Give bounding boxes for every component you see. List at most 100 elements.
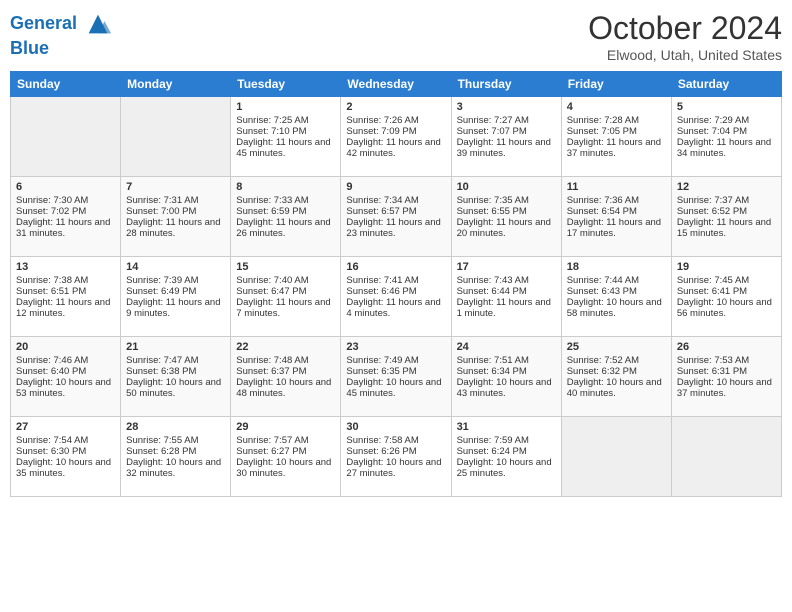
sunrise-text: Sunrise: 7:35 AM <box>457 195 556 206</box>
sunset-text: Sunset: 6:44 PM <box>457 286 556 297</box>
sunrise-text: Sunrise: 7:36 AM <box>567 195 666 206</box>
daylight-text: Daylight: 11 hours and 15 minutes. <box>677 217 776 239</box>
day-header-sunday: Sunday <box>11 72 121 97</box>
day-cell: 25Sunrise: 7:52 AMSunset: 6:32 PMDayligh… <box>561 337 671 417</box>
day-cell: 17 Sunrise: 7:43 AMSunset: 6:44 PMDayligh… <box>451 257 561 337</box>
sunrise-text: Sunrise: 7:58 AM <box>346 435 445 446</box>
week-row-2: 13Sunrise: 7:38 AMSunset: 6:51 PMDayligh… <box>11 257 782 337</box>
day-number: 27 <box>16 421 115 433</box>
sunset-text: Sunset: 6:30 PM <box>16 446 115 457</box>
day-header-wednesday: Wednesday <box>341 72 451 97</box>
sunset-text: Sunset: 6:54 PM <box>567 206 666 217</box>
day-cell: 1 Sunrise: 7:25 AMSunset: 7:10 PMDaylight… <box>231 97 341 177</box>
day-cell: 26Sunrise: 7:53 AMSunset: 6:31 PMDayligh… <box>671 337 781 417</box>
sunrise-text: Sunrise: 7:29 AM <box>677 115 776 126</box>
sunrise-text: Sunrise: 7:43 AM <box>457 275 556 286</box>
sunset-text: Sunset: 7:07 PM <box>457 126 556 137</box>
day-header-monday: Monday <box>121 72 231 97</box>
daylight-text: Daylight: 11 hours and 26 minutes. <box>236 217 335 239</box>
day-header-tuesday: Tuesday <box>231 72 341 97</box>
day-cell: 20Sunrise: 7:46 AMSunset: 6:40 PMDayligh… <box>11 337 121 417</box>
daylight-text: Daylight: 11 hours and 39 minutes. <box>457 137 556 159</box>
sunset-text: Sunset: 6:49 PM <box>126 286 225 297</box>
daylight-text: Daylight: 11 hours and 34 minutes. <box>677 137 776 159</box>
sunset-text: Sunset: 6:35 PM <box>346 366 445 377</box>
day-number: 9 <box>346 181 445 193</box>
day-cell: 2Sunrise: 7:26 AMSunset: 7:09 PMDaylight… <box>341 97 451 177</box>
daylight-text: Daylight: 11 hours and 45 minutes. <box>236 137 335 159</box>
sunset-text: Sunset: 6:46 PM <box>346 286 445 297</box>
day-number: 19 <box>677 261 776 273</box>
day-cell: 24Sunrise: 7:51 AMSunset: 6:34 PMDayligh… <box>451 337 561 417</box>
day-number: 1 <box>236 101 335 113</box>
sunset-text: Sunset: 6:41 PM <box>677 286 776 297</box>
day-cell: 14 Sunrise: 7:39 AMSunset: 6:49 PMDayligh… <box>121 257 231 337</box>
sunrise-text: Sunrise: 7:59 AM <box>457 435 556 446</box>
day-number: 18 <box>567 261 666 273</box>
sunrise-text: Sunrise: 7:25 AM <box>236 115 335 126</box>
sunrise-text: Sunrise: 7:39 AM <box>126 275 225 286</box>
daylight-text: Daylight: 11 hours and 31 minutes. <box>16 217 115 239</box>
sunrise-text: Sunrise: 7:37 AM <box>677 195 776 206</box>
title-block: October 2024 Elwood, Utah, United States <box>588 10 782 63</box>
logo-blue: Blue <box>10 38 112 59</box>
day-cell: 27Sunrise: 7:54 AMSunset: 6:30 PMDayligh… <box>11 417 121 497</box>
day-cell: 21Sunrise: 7:47 AMSunset: 6:38 PMDayligh… <box>121 337 231 417</box>
day-number: 11 <box>567 181 666 193</box>
sunset-text: Sunset: 6:57 PM <box>346 206 445 217</box>
day-header-friday: Friday <box>561 72 671 97</box>
header: General Blue October 2024 Elwood, Utah, … <box>10 10 782 63</box>
day-cell <box>561 417 671 497</box>
sunset-text: Sunset: 7:00 PM <box>126 206 225 217</box>
day-header-thursday: Thursday <box>451 72 561 97</box>
page: General Blue October 2024 Elwood, Utah, … <box>0 0 792 612</box>
day-number: 12 <box>677 181 776 193</box>
day-cell: 12Sunrise: 7:37 AMSunset: 6:52 PMDayligh… <box>671 177 781 257</box>
header-row: SundayMondayTuesdayWednesdayThursdayFrid… <box>11 72 782 97</box>
daylight-text: Daylight: 11 hours and 4 minutes. <box>346 297 445 319</box>
daylight-text: Daylight: 11 hours and 1 minute. <box>457 297 556 319</box>
location: Elwood, Utah, United States <box>588 47 782 63</box>
sunrise-text: Sunrise: 7:51 AM <box>457 355 556 366</box>
day-number: 22 <box>236 341 335 353</box>
sunset-text: Sunset: 6:27 PM <box>236 446 335 457</box>
day-cell: 11Sunrise: 7:36 AMSunset: 6:54 PMDayligh… <box>561 177 671 257</box>
day-cell: 30Sunrise: 7:58 AMSunset: 6:26 PMDayligh… <box>341 417 451 497</box>
sunrise-text: Sunrise: 7:34 AM <box>346 195 445 206</box>
day-cell <box>11 97 121 177</box>
day-number: 4 <box>567 101 666 113</box>
day-cell <box>121 97 231 177</box>
sunset-text: Sunset: 6:38 PM <box>126 366 225 377</box>
sunset-text: Sunset: 6:31 PM <box>677 366 776 377</box>
week-row-0: 1Sunrise: 7:25 AMSunset: 7:10 PMDaylight… <box>11 97 782 177</box>
sunrise-text: Sunrise: 7:46 AM <box>16 355 115 366</box>
month-title: October 2024 <box>588 10 782 47</box>
sunset-text: Sunset: 7:02 PM <box>16 206 115 217</box>
sunset-text: Sunset: 7:04 PM <box>677 126 776 137</box>
day-number: 14 <box>126 261 225 273</box>
day-cell: 31Sunrise: 7:59 AMSunset: 6:24 PMDayligh… <box>451 417 561 497</box>
day-number: 17 <box>457 261 556 273</box>
sunrise-text: Sunrise: 7:49 AM <box>346 355 445 366</box>
day-number: 28 <box>126 421 225 433</box>
sunset-text: Sunset: 6:47 PM <box>236 286 335 297</box>
sunrise-text: Sunrise: 7:30 AM <box>16 195 115 206</box>
sunset-text: Sunset: 6:28 PM <box>126 446 225 457</box>
sunrise-text: Sunrise: 7:47 AM <box>126 355 225 366</box>
daylight-text: Daylight: 11 hours and 20 minutes. <box>457 217 556 239</box>
day-cell <box>671 417 781 497</box>
daylight-text: Daylight: 11 hours and 37 minutes. <box>567 137 666 159</box>
logo-text: General <box>10 10 112 38</box>
daylight-text: Daylight: 10 hours and 25 minutes. <box>457 457 556 479</box>
sunrise-text: Sunrise: 7:40 AM <box>236 275 335 286</box>
day-cell: 18Sunrise: 7:44 AMSunset: 6:43 PMDayligh… <box>561 257 671 337</box>
daylight-text: Daylight: 11 hours and 9 minutes. <box>126 297 225 319</box>
sunset-text: Sunset: 7:10 PM <box>236 126 335 137</box>
day-number: 31 <box>457 421 556 433</box>
day-cell: 10Sunrise: 7:35 AMSunset: 6:55 PMDayligh… <box>451 177 561 257</box>
sunrise-text: Sunrise: 7:27 AM <box>457 115 556 126</box>
daylight-text: Daylight: 10 hours and 48 minutes. <box>236 377 335 399</box>
day-cell: 15Sunrise: 7:40 AMSunset: 6:47 PMDayligh… <box>231 257 341 337</box>
sunrise-text: Sunrise: 7:55 AM <box>126 435 225 446</box>
day-cell: 9Sunrise: 7:34 AMSunset: 6:57 PMDaylight… <box>341 177 451 257</box>
